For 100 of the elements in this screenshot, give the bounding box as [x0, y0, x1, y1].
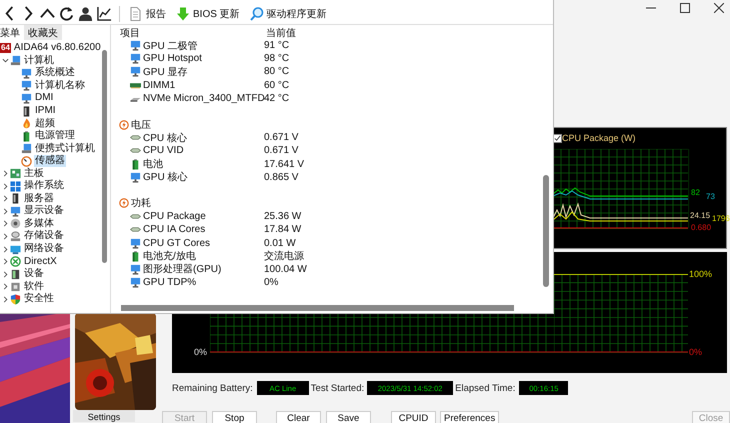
expand-chevron-icon[interactable]	[2, 195, 8, 202]
shield-icon	[10, 294, 21, 305]
sensor-name: GPU 显存	[143, 66, 188, 79]
tree-item[interactable]: 计算机	[23, 54, 55, 67]
tower-icon	[21, 106, 32, 116]
action-button[interactable]: Preferences	[440, 411, 500, 423]
sensor-value: 100.04 W	[264, 264, 307, 275]
monitor-icon	[21, 92, 32, 104]
action-button[interactable]: Stop	[212, 411, 257, 423]
toolbar-button[interactable]: BIOS 更新	[173, 6, 243, 20]
chart-reading: 24.15	[690, 211, 710, 220]
scrollbar-thumb[interactable]	[543, 175, 549, 287]
monitor-icon	[130, 40, 141, 52]
close-icon[interactable]	[714, 3, 724, 13]
magnifier-icon	[250, 6, 264, 20]
tree-item[interactable]: 设备	[23, 268, 45, 280]
monitor-icon	[130, 238, 141, 249]
sensor-value: 0%	[264, 277, 278, 288]
action-button[interactable]: Save	[326, 411, 371, 423]
tree-item[interactable]: 存储设备	[23, 230, 65, 242]
sensor-name: GPU Hotspot	[143, 53, 203, 64]
chart-icon[interactable]	[97, 6, 112, 21]
expand-chevron-icon[interactable]	[2, 220, 8, 228]
scrollbar-thumb[interactable]	[121, 305, 514, 311]
axis-label: 100%	[689, 269, 712, 279]
up-icon[interactable]	[40, 6, 55, 21]
sensor-name: GPU 二极管	[143, 40, 198, 53]
sensor-value: 25.36 W	[264, 211, 302, 222]
status-label: Elapsed Time:	[455, 382, 516, 394]
chart-title: CPU Package (W)	[562, 133, 636, 143]
tower-icon	[10, 193, 21, 204]
expand-chevron-icon[interactable]	[2, 296, 8, 303]
column-header[interactable]: 项目	[118, 26, 266, 39]
sensor-value: 交流电源	[264, 250, 304, 264]
sensor-value: 17.641 V	[264, 158, 304, 170]
battery-icon	[130, 158, 141, 170]
tree-item[interactable]: DMI	[34, 92, 54, 104]
toolbar-button[interactable]: 报告	[126, 6, 169, 20]
action-button[interactable]: CPUID	[391, 411, 436, 423]
expand-chevron-icon[interactable]	[2, 232, 8, 240]
status-label: Test Started:	[310, 382, 364, 394]
tree-item[interactable]: AIDA64 v6.80.6200	[12, 42, 101, 54]
monitor-icon	[130, 277, 141, 288]
monitor-icon	[21, 80, 32, 92]
tree-item[interactable]: 超频	[34, 118, 56, 130]
collapse-chevron-icon[interactable]	[2, 57, 8, 64]
down-arrow-icon	[176, 6, 190, 20]
sensor-name: DIMM1	[143, 80, 176, 91]
tree-item[interactable]: 服务器	[23, 192, 55, 205]
expand-chevron-icon[interactable]	[2, 170, 8, 178]
maximize-icon[interactable]	[680, 3, 690, 13]
tree-item[interactable]: 网络设备	[23, 243, 65, 256]
toolbar-button[interactable]: 驱动程序更新	[246, 6, 330, 20]
tree-item[interactable]: 安全性	[23, 293, 55, 306]
scrollbar-thumb[interactable]	[102, 50, 107, 263]
expand-chevron-icon[interactable]	[2, 270, 8, 278]
tree-item[interactable]: 显示设备	[23, 205, 65, 218]
tree-item[interactable]: 操作系统	[23, 180, 65, 192]
monitor-icon	[130, 172, 141, 183]
monitor-icon	[10, 206, 21, 217]
tree-item[interactable]: DirectX	[23, 256, 58, 268]
tree-item[interactable]: 主板	[23, 168, 45, 180]
tree-item[interactable]: 传感器	[34, 155, 66, 168]
group-title: 功耗	[131, 196, 151, 210]
action-button[interactable]: Clear	[276, 411, 321, 423]
four-squares-icon	[10, 180, 21, 192]
expand-chevron-icon[interactable]	[2, 182, 8, 190]
expand-chevron-icon[interactable]	[2, 246, 8, 253]
expand-chevron-icon[interactable]	[2, 258, 8, 266]
sensor-name: 电池	[143, 158, 164, 172]
laptop-icon	[10, 55, 21, 66]
tree-item[interactable]: 计算机名称	[34, 80, 86, 92]
tree-item[interactable]: 电源管理	[34, 130, 76, 142]
expand-chevron-icon[interactable]	[2, 208, 8, 215]
monitor-icon	[21, 68, 32, 79]
sensor-name: GPU TDP%	[143, 277, 198, 288]
sensor-value: 0.671 V	[264, 145, 298, 156]
sensor-value: 0.865 V	[264, 172, 298, 183]
tree-item[interactable]: 软件	[23, 280, 45, 293]
sensor-name: 图形处理器(GPU)	[143, 262, 222, 276]
user-icon[interactable]	[78, 6, 93, 21]
chart-reading: 82	[691, 188, 700, 197]
monitor-icon	[130, 53, 141, 64]
lightning-icon	[119, 198, 129, 208]
settings-tab[interactable]: Settings	[73, 410, 135, 422]
tree-item[interactable]: IPMI	[34, 105, 57, 117]
monitor-icon	[130, 66, 141, 78]
x-circle-icon	[10, 256, 21, 268]
gauge-icon	[21, 156, 32, 167]
tree-item[interactable]: 多媒体	[23, 218, 55, 230]
expand-chevron-icon[interactable]	[2, 283, 8, 290]
tree-item[interactable]: 便携式计算机	[34, 142, 96, 155]
refresh-icon[interactable]	[59, 6, 74, 21]
box-icon	[10, 281, 21, 292]
tab[interactable]: 收藏夹	[24, 25, 62, 40]
status-label: Remaining Battery:	[172, 382, 253, 394]
tree-item[interactable]: 系统概述	[34, 67, 76, 80]
column-header[interactable]: 当前值	[266, 26, 296, 39]
sensor-value: 80 °C	[264, 66, 290, 78]
sensor-value: 0.671 V	[264, 132, 298, 144]
